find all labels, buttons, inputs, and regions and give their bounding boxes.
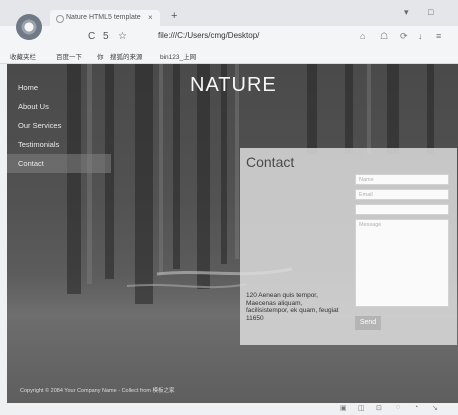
new-tab-button[interactable]: + — [171, 10, 177, 22]
minimize-icon[interactable]: ▾ — [404, 7, 409, 18]
bookmark-item[interactable]: 收藏夹栏 — [10, 51, 36, 61]
browser-logo-icon — [16, 14, 42, 40]
bookmarks-bar: 收藏夹栏 百度一下 你 搜狐的来源 bin123_上网 — [0, 48, 458, 64]
tab-close-icon[interactable]: × — [148, 13, 153, 22]
email-input[interactable] — [355, 189, 449, 200]
tab-strip: Nature HTML5 template × + ▾ □ — [0, 0, 458, 26]
name-input[interactable] — [355, 174, 449, 185]
bookmark-item[interactable]: 你 — [97, 51, 104, 61]
status-icon: ◌ — [396, 404, 401, 411]
favorite-star-icon[interactable]: ☆ — [118, 31, 127, 42]
message-textarea[interactable] — [355, 219, 449, 307]
site-title: NATURE — [190, 74, 277, 96]
status-icon: ▣ — [340, 405, 347, 412]
browser-tab[interactable]: Nature HTML5 template × — [50, 10, 160, 26]
status-icon: ↘ — [432, 405, 438, 412]
status-icon: ⊡ — [376, 405, 382, 412]
status-bar: ▣ ◫ ⊡ ◌ ◔ ↘ — [0, 403, 458, 415]
contact-panel: Contact 120 Aenean quis tempor, Maecenas… — [240, 148, 457, 345]
tab-title: Nature HTML5 template — [66, 14, 141, 21]
browser-toolbar: C 5 ☆ file:///C:/Users/cmg/Desktop/ ⌂ ☖ … — [0, 26, 458, 48]
undo-icon[interactable]: 5 — [103, 31, 109, 42]
web-page: Home About Us Our Services Testimonials … — [7, 64, 458, 403]
home-icon[interactable]: ⌂ — [360, 31, 365, 41]
status-icon: ◫ — [358, 405, 365, 412]
nav-item-testimonials[interactable]: Testimonials — [7, 135, 111, 154]
address-bar[interactable]: file:///C:/Users/cmg/Desktop/ — [158, 31, 259, 40]
footer-copyright: Copyright © 2084 Your Company Name - Col… — [20, 388, 175, 394]
status-icon: ◔ — [414, 404, 419, 411]
contact-heading: Contact — [246, 154, 295, 170]
nav-item-contact[interactable]: Contact — [7, 154, 111, 173]
menu-icon[interactable]: ≡ — [436, 31, 441, 41]
refresh-icon[interactable]: ⟳ — [400, 31, 408, 42]
nav-item-our-services[interactable]: Our Services — [7, 116, 111, 135]
contact-address: 120 Aenean quis tempor, Maecenas aliquam… — [246, 292, 339, 322]
bookmark-item[interactable]: bin123_上网 — [160, 51, 196, 61]
extension-icon[interactable]: ☖ — [380, 31, 388, 42]
send-button[interactable]: Send — [355, 316, 381, 330]
page-favicon-icon — [56, 15, 64, 23]
bookmark-item[interactable]: 百度一下 — [56, 51, 82, 61]
nav-item-home[interactable]: Home — [7, 78, 111, 97]
bookmark-item[interactable]: 搜狐的来源 — [110, 51, 143, 61]
sidebar-nav: Home About Us Our Services Testimonials … — [7, 78, 111, 173]
maximize-icon[interactable]: □ — [428, 7, 433, 17]
nav-item-about-us[interactable]: About Us — [7, 97, 111, 116]
download-icon[interactable]: ↓ — [418, 31, 423, 41]
browser-window: Nature HTML5 template × + ▾ □ C 5 ☆ file… — [0, 0, 458, 415]
subject-input[interactable] — [355, 204, 449, 215]
reload-icon[interactable]: C — [88, 31, 95, 42]
